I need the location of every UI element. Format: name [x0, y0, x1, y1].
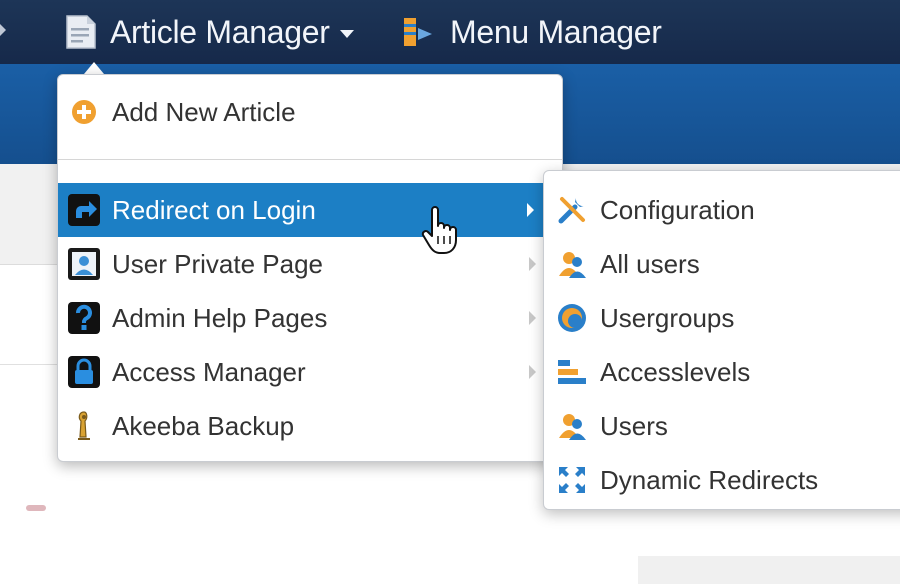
chevron-right-icon	[529, 311, 536, 325]
submenu-item-users[interactable]: Users	[544, 399, 900, 453]
accesslevels-icon	[554, 354, 590, 390]
menu-item-label: Akeeba Backup	[112, 410, 295, 441]
submenu-item-all-users[interactable]: All users	[544, 237, 900, 291]
content-panel	[638, 556, 900, 584]
akeeba-icon	[66, 408, 102, 444]
submenu-item-label: Configuration	[600, 194, 755, 225]
decorative-mark	[26, 505, 46, 511]
menu-item-label: User Private Page	[112, 248, 323, 279]
nav-article-manager[interactable]: Article Manager	[64, 0, 354, 64]
menu-item-label: Redirect on Login	[112, 194, 316, 225]
menu-icon	[402, 14, 438, 50]
user-page-icon	[66, 246, 102, 282]
help-icon	[66, 300, 102, 336]
menu-item-label: Admin Help Pages	[112, 302, 328, 333]
hand-cursor-icon	[420, 206, 460, 258]
submenu-item-usergroups[interactable]: Usergroups	[544, 291, 900, 345]
article-manager-dropdown: Add New Article Redirect on Login User P…	[57, 74, 563, 462]
dropdown-pointer	[84, 62, 104, 74]
users-icon	[554, 408, 590, 444]
dropdown-divider	[58, 159, 562, 160]
submenu-item-label: All users	[600, 248, 700, 279]
menu-item-add-new-article[interactable]: Add New Article	[58, 85, 562, 139]
nav-menu-manager-label: Menu Manager	[450, 13, 662, 50]
chevron-down-icon	[339, 30, 354, 38]
tools-icon	[554, 192, 590, 228]
menu-item-user-private-page[interactable]: User Private Page	[58, 237, 562, 291]
menu-item-label: Access Manager	[112, 356, 306, 387]
users-icon	[554, 246, 590, 282]
menu-item-access-manager[interactable]: Access Manager	[58, 345, 562, 399]
submenu-item-accesslevels[interactable]: Accesslevels	[544, 345, 900, 399]
submenu-item-label: Users	[600, 410, 668, 441]
usergroups-icon	[554, 300, 590, 336]
chevron-right-icon	[527, 203, 534, 217]
expand-arrows-icon	[554, 462, 590, 498]
menu-item-redirect-on-login[interactable]: Redirect on Login	[58, 183, 562, 237]
chevron-right-icon	[529, 257, 536, 271]
submenu-item-configuration[interactable]: Configuration	[544, 183, 900, 237]
chevron-right-icon	[529, 365, 536, 379]
redirect-icon	[66, 192, 102, 228]
add-circle-icon	[66, 94, 102, 130]
nav-caret-icon[interactable]	[0, 24, 6, 36]
nav-menu-manager[interactable]: Menu Manager	[402, 0, 662, 64]
menu-item-label: Add New Article	[112, 96, 296, 127]
submenu-item-label: Accesslevels	[600, 356, 751, 387]
submenu-item-label: Dynamic Redirects	[600, 464, 819, 495]
submenu-item-label: Usergroups	[600, 302, 735, 333]
submenu-item-dynamic-redirects[interactable]: Dynamic Redirects	[544, 453, 900, 507]
lock-icon	[66, 354, 102, 390]
redirect-submenu: Configuration All users Usergroups Acces…	[543, 170, 900, 510]
divider	[0, 364, 60, 365]
article-icon	[64, 14, 98, 50]
menu-item-admin-help-pages[interactable]: Admin Help Pages	[58, 291, 562, 345]
nav-article-manager-label: Article Manager	[110, 13, 330, 50]
menu-item-akeeba-backup[interactable]: Akeeba Backup	[58, 399, 562, 453]
